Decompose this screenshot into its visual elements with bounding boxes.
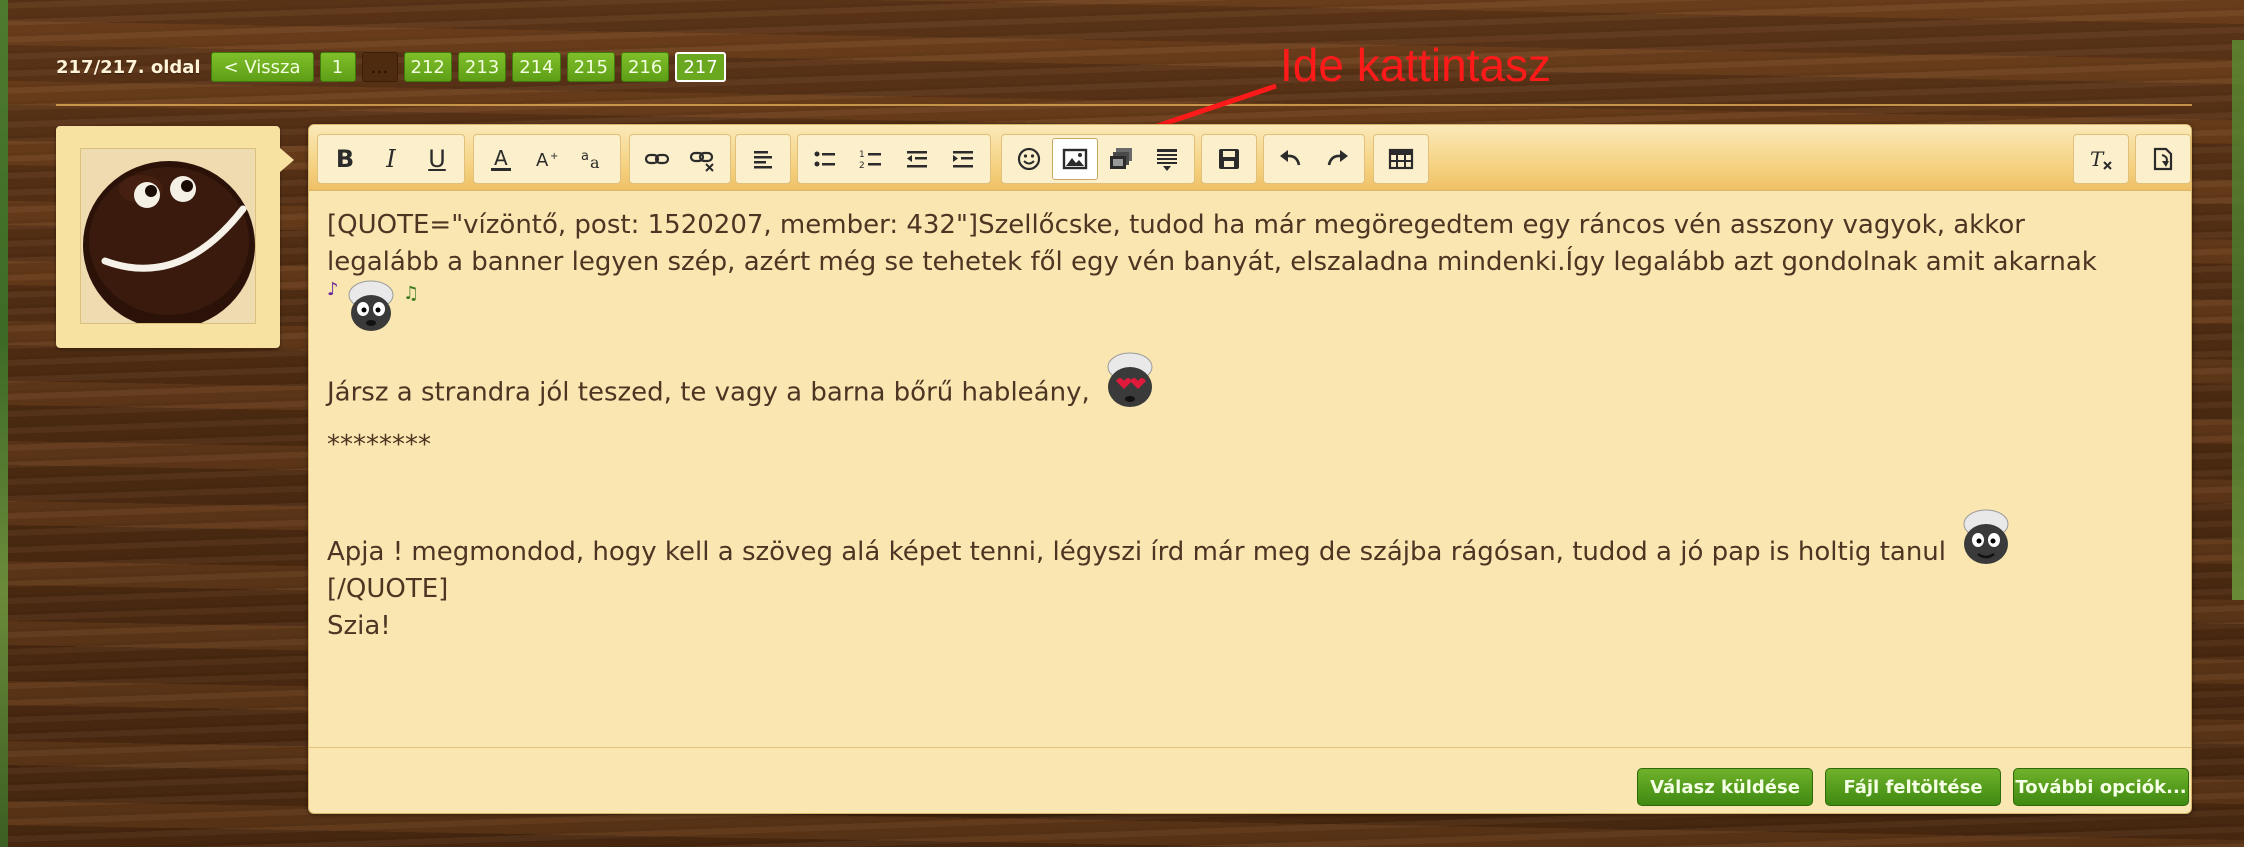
page-link-1[interactable]: 1	[319, 52, 356, 82]
page-link-217-current[interactable]: 217	[675, 52, 726, 82]
save-draft-icon[interactable]	[1206, 138, 1252, 180]
toolbar-group-table	[1373, 134, 1429, 184]
pagination: 217/217. oldal < Vissza 1 … 212 213 214 …	[56, 52, 726, 82]
svg-text:A: A	[536, 150, 549, 171]
page-count-label: 217/217. oldal	[56, 56, 201, 78]
indent-icon[interactable]	[940, 138, 986, 180]
content-line-6: [/QUOTE]	[327, 574, 449, 604]
svg-text:1: 1	[859, 150, 865, 160]
content-line-1: [QUOTE="vízöntő, post: 1520207, member: …	[327, 210, 2025, 240]
svg-text:+: +	[550, 151, 558, 162]
sheep-icon	[1963, 509, 2009, 564]
divider	[56, 104, 2192, 106]
svg-text:♫: ♫	[403, 283, 419, 304]
quote-icon[interactable]	[1144, 138, 1190, 180]
toolbar-group-align	[735, 134, 791, 184]
outdent-icon[interactable]	[894, 138, 940, 180]
page-link-212[interactable]: 212	[403, 52, 452, 82]
bullet-list-icon[interactable]	[802, 138, 848, 180]
svg-text:♪: ♪	[327, 279, 339, 300]
remove-format-icon[interactable]: T	[2078, 138, 2124, 180]
editor-content[interactable]: [QUOTE="vízöntő, post: 1520207, member: …	[327, 207, 2157, 645]
content-line-emoji: ♪ ♫	[327, 279, 2157, 337]
toolbar-group-clear: T	[2073, 134, 2129, 184]
font-size-icon[interactable]: A +	[524, 138, 570, 180]
toolbar-group-insert	[1001, 134, 1195, 184]
content-line-5-wrap: Apja ! megmondod, hogy kell a szöveg alá…	[327, 509, 2157, 571]
message-editor: B I U A A + aa 1 2 T [QUOTE="vízöntő, po…	[308, 124, 2192, 814]
text-color-icon[interactable]: A	[478, 138, 524, 180]
toggle-bbcode-icon[interactable]	[2140, 138, 2186, 180]
svg-text:A: A	[494, 146, 508, 170]
toolbar-group-link	[629, 134, 731, 184]
heart-eyes-sheep-icon	[1107, 352, 1153, 407]
italic-button[interactable]: I	[368, 138, 414, 180]
toolbar-group-save	[1201, 134, 1257, 184]
editor-actions: Válasz küldése Fájl feltöltése További o…	[309, 747, 2191, 813]
upload-file-button[interactable]: Fájl feltöltése	[1825, 768, 2001, 806]
redo-icon[interactable]	[1314, 138, 1360, 180]
avatar[interactable]	[80, 148, 256, 324]
content-line-5: Apja ! megmondod, hogy kell a szöveg alá…	[327, 537, 1946, 567]
table-icon[interactable]	[1378, 138, 1424, 180]
editor-toolbar: B I U A A + aa 1 2 T	[309, 125, 2191, 191]
bold-button[interactable]: B	[322, 138, 368, 180]
singing-sheep-icon: ♪ ♫	[327, 279, 419, 331]
toolbar-group-mode	[2135, 134, 2191, 184]
media-icon[interactable]	[1098, 138, 1144, 180]
toolbar-group-text-style: B I U	[317, 134, 465, 184]
svg-text:T: T	[2090, 147, 2105, 171]
svg-text:a: a	[590, 153, 600, 172]
content-line-4: ********	[327, 430, 431, 460]
page-link-216[interactable]: 216	[620, 52, 670, 82]
toolbar-group-lists: 12	[797, 134, 991, 184]
smilies-icon[interactable]	[1006, 138, 1052, 180]
content-line-3-wrap: Jársz a strandra jól teszed, te vagy a b…	[327, 352, 2157, 413]
page-link-213[interactable]: 213	[457, 52, 507, 82]
page-link-215[interactable]: 215	[566, 52, 615, 82]
unlink-icon[interactable]	[680, 138, 726, 180]
send-reply-button[interactable]: Válasz küldése	[1637, 768, 1813, 806]
undo-icon[interactable]	[1268, 138, 1314, 180]
more-options-button[interactable]: További opciók...	[2013, 768, 2189, 806]
content-line-2: legalább a banner legyen szép, azért még…	[327, 247, 2097, 277]
numbered-list-icon[interactable]: 12	[848, 138, 894, 180]
annotation-text: Ide kattintasz	[1280, 39, 1552, 91]
link-icon[interactable]	[634, 138, 680, 180]
font-family-icon[interactable]: aa	[570, 138, 616, 180]
toolbar-group-history	[1263, 134, 1365, 184]
user-avatar-frame	[56, 126, 294, 348]
page-back-button[interactable]: < Vissza	[210, 52, 314, 82]
toolbar-group-font: A A + aa	[473, 134, 621, 184]
underline-button[interactable]: U	[414, 138, 460, 180]
align-left-icon[interactable]	[740, 138, 786, 180]
background-grass-right	[2232, 40, 2244, 600]
svg-text:2: 2	[859, 161, 865, 171]
page-jump-button[interactable]: …	[361, 52, 398, 82]
content-line-7: Szia!	[327, 611, 391, 641]
svg-text:a: a	[581, 149, 589, 164]
content-line-3: Jársz a strandra jól teszed, te vagy a b…	[327, 377, 1090, 408]
page-link-214[interactable]: 214	[512, 52, 561, 82]
insert-image-icon[interactable]	[1052, 138, 1098, 180]
background-grass-left	[0, 0, 8, 847]
